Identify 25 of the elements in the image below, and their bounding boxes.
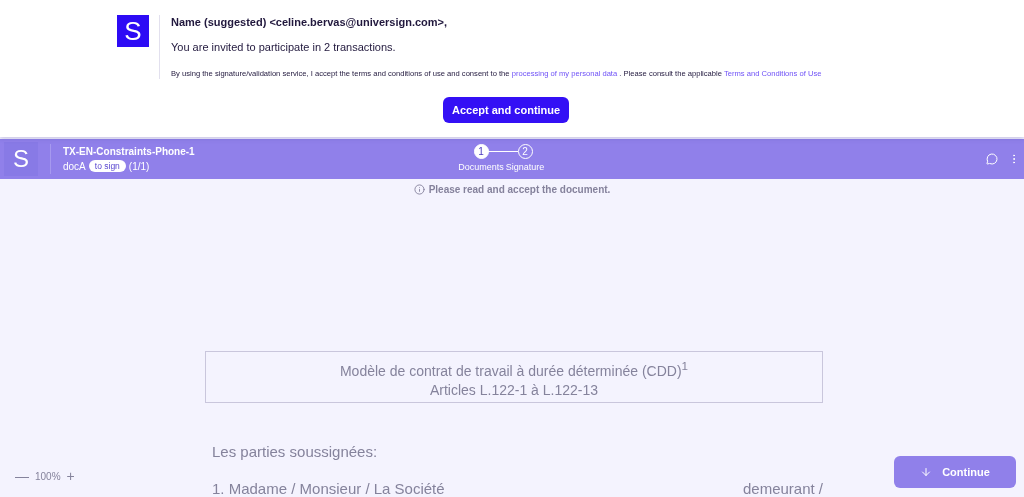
accept-button[interactable]: Accept and continue <box>443 97 570 123</box>
info-icon <box>413 184 425 196</box>
document-name: docA <box>63 160 86 172</box>
step-label: Documents <box>458 162 504 173</box>
zoom-level: 100% <box>35 470 61 482</box>
notice-text: Please read and accept the document. <box>428 184 611 196</box>
document-count: (1/1) <box>128 160 150 172</box>
zoom-out-button[interactable]: — <box>15 469 29 483</box>
step-label: Signature <box>505 162 545 173</box>
document-text: Les parties soussignées: <box>212 443 379 460</box>
step-number: 1 <box>473 144 489 160</box>
continue-button[interactable]: Continue <box>894 456 1016 488</box>
invitation-text: You are invited to participate in 2 transactions. <box>171 41 397 53</box>
brand-logo: S <box>117 15 149 47</box>
status-badge: to sign <box>88 160 126 173</box>
brand-logo: S <box>4 142 38 177</box>
document-subtitle: Articles L.122-1 à L.122-13 <box>429 381 599 400</box>
zoom-in-button[interactable]: + <box>66 469 75 483</box>
transaction-title: TX-EN-Constraints-Phone-1 <box>63 146 195 158</box>
greeting-text: Name (suggested) <celine.bervas@universign.com>, <box>171 16 449 28</box>
down-arrow-icon <box>920 466 933 478</box>
document-text: 1. Madame / Monsieur / La Société <box>212 480 445 497</box>
document-text: demeurant / <box>742 480 823 497</box>
chat-icon[interactable] <box>986 153 998 166</box>
document-title: Modèle de contrat de travail à durée déterminée (CDD)$^{1}$ <box>339 358 689 381</box>
